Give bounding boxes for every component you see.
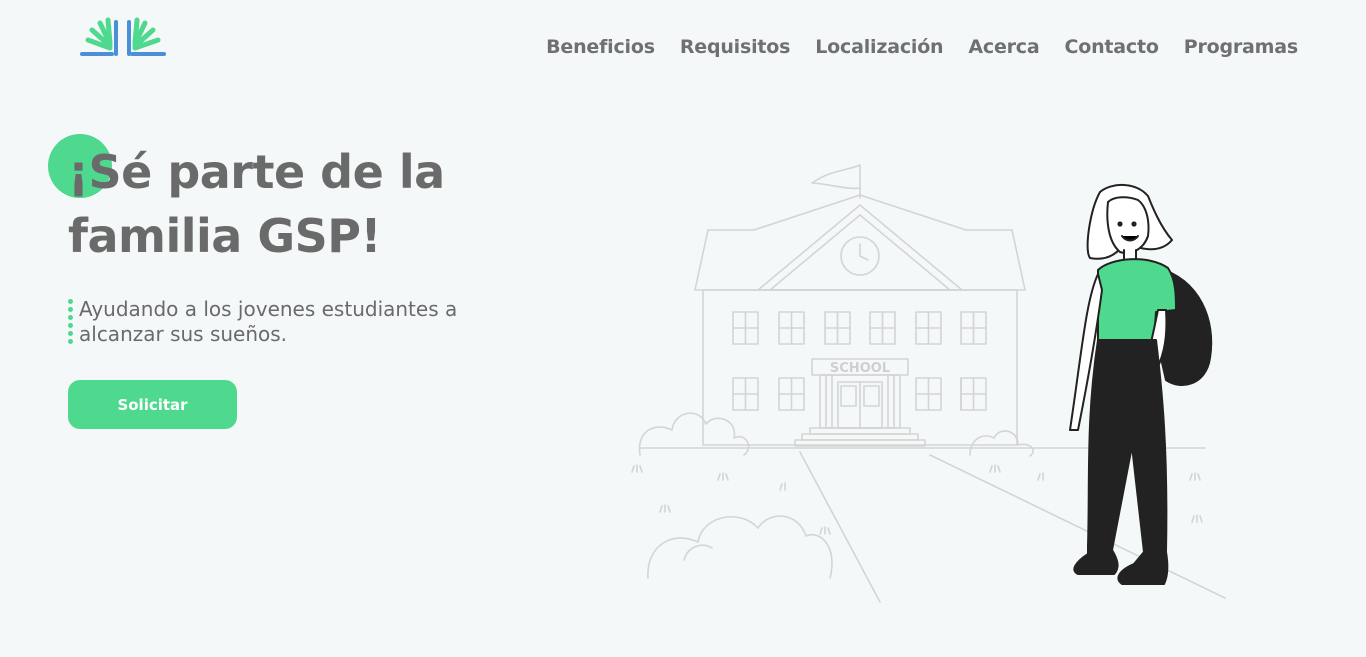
- school-student-illustration: SCHOOL: [631, 164, 1226, 603]
- solicitar-button[interactable]: Solicitar: [68, 380, 237, 429]
- nav-link-localizacion[interactable]: Localización: [815, 36, 943, 58]
- nav-link-beneficios[interactable]: Beneficios: [546, 36, 655, 58]
- hero-subtitle-line1: Ayudando a los jovenes estudiantes a: [79, 297, 458, 321]
- landing-page: Beneficios Requisitos Localización Acerc…: [0, 0, 1366, 657]
- nav-link-acerca[interactable]: Acerca: [968, 36, 1039, 58]
- nav-link-requisitos[interactable]: Requisitos: [680, 36, 791, 58]
- hero-title-line2: familia GSP!: [68, 209, 381, 263]
- nav-link-programas[interactable]: Programas: [1184, 36, 1298, 58]
- gsp-logo-icon[interactable]: [78, 16, 168, 60]
- hero-title: ¡Sé parte de la familia GSP!: [68, 140, 588, 268]
- hero-subtitle-block: Ayudando a los jovenes estudiantes a alc…: [68, 297, 508, 347]
- hero-subtitle: Ayudando a los jovenes estudiantes a alc…: [79, 297, 508, 347]
- school-sign-text: SCHOOL: [830, 361, 890, 376]
- main-nav: Beneficios Requisitos Localización Acerc…: [546, 36, 1298, 58]
- hero-subtitle-line2: alcanzar sus sueños.: [79, 322, 288, 346]
- dotted-accent-line: [68, 299, 73, 349]
- hero-title-line1: ¡Sé parte de la: [68, 145, 445, 199]
- nav-link-contacto[interactable]: Contacto: [1064, 36, 1158, 58]
